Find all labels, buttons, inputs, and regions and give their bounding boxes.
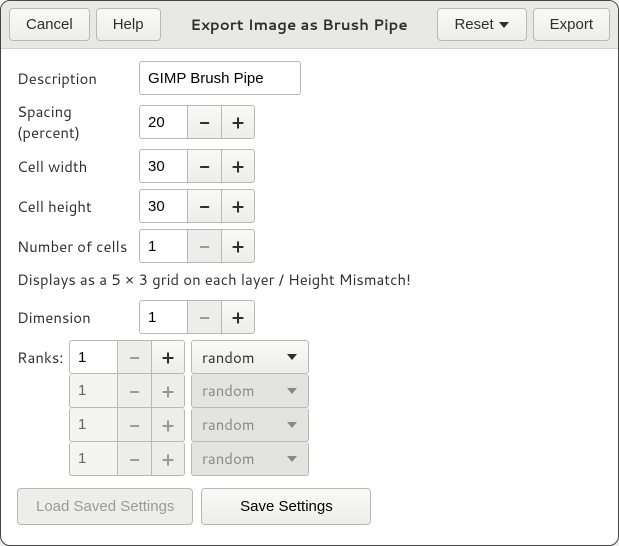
dropdown-value: random xyxy=(202,347,255,368)
description-input[interactable] xyxy=(139,61,301,95)
dimension-label: Dimension xyxy=(17,307,139,328)
minus-icon: − xyxy=(199,233,210,259)
rank-value-input[interactable] xyxy=(69,340,117,374)
dimension-input[interactable] xyxy=(139,300,187,334)
ranks-section: Ranks: − + random − xyxy=(17,340,602,476)
spacing-stepper: − + xyxy=(139,105,255,139)
chevron-down-icon xyxy=(286,420,298,430)
rank-row: − + random xyxy=(69,408,309,442)
plus-icon: + xyxy=(162,378,174,404)
rank-mode-dropdown[interactable]: random xyxy=(191,340,309,374)
minus-icon: − xyxy=(129,412,140,438)
plus-icon: + xyxy=(232,304,244,330)
rank-row: − + random xyxy=(69,442,309,476)
chevron-down-icon xyxy=(286,352,298,362)
rank-decrease-button: − xyxy=(117,408,151,442)
reset-label: Reset xyxy=(454,16,493,33)
plus-icon: + xyxy=(232,193,244,219)
chevron-down-icon xyxy=(286,386,298,396)
plus-icon: + xyxy=(162,344,174,370)
cell-height-stepper: − + xyxy=(139,189,255,223)
number-cells-decrease-button: − xyxy=(187,229,221,263)
minus-icon: − xyxy=(129,344,140,370)
header-bar: Cancel Help Export Image as Brush Pipe R… xyxy=(1,1,618,49)
rank-value-input xyxy=(69,408,117,442)
plus-icon: + xyxy=(162,412,174,438)
dialog-window: Cancel Help Export Image as Brush Pipe R… xyxy=(0,0,619,546)
spacing-input[interactable] xyxy=(139,105,187,139)
cell-width-stepper: − + xyxy=(139,149,255,183)
plus-icon: + xyxy=(232,233,244,259)
dimension-stepper: − + xyxy=(139,300,255,334)
dropdown-value: random xyxy=(202,380,255,401)
dropdown-value: random xyxy=(202,448,255,469)
cancel-button[interactable]: Cancel xyxy=(9,8,90,41)
rank-row: − + random xyxy=(69,340,309,374)
minus-icon: − xyxy=(199,304,210,330)
description-label: Description xyxy=(17,68,139,89)
cell-height-decrease-button[interactable]: − xyxy=(187,189,221,223)
spacing-decrease-button[interactable]: − xyxy=(187,105,221,139)
spacing-increase-button[interactable]: + xyxy=(221,105,255,139)
rank-mode-dropdown: random xyxy=(191,374,309,408)
rank-value-input xyxy=(69,374,117,408)
reset-button[interactable]: Reset xyxy=(437,8,526,41)
dialog-content: Description Spacing (percent) − + Cell w… xyxy=(1,49,618,537)
cell-height-input[interactable] xyxy=(139,189,187,223)
number-cells-label: Number of cells xyxy=(17,236,139,257)
cell-width-decrease-button[interactable]: − xyxy=(187,149,221,183)
save-settings-button[interactable]: Save Settings xyxy=(201,488,371,525)
plus-icon: + xyxy=(232,109,244,135)
dimension-decrease-button: − xyxy=(187,300,221,334)
cell-width-input[interactable] xyxy=(139,149,187,183)
export-button[interactable]: Export xyxy=(533,8,610,41)
chevron-down-icon xyxy=(286,454,298,464)
minus-icon: − xyxy=(129,378,140,404)
dimension-increase-button[interactable]: + xyxy=(221,300,255,334)
number-cells-increase-button[interactable]: + xyxy=(221,229,255,263)
rank-decrease-button: − xyxy=(117,374,151,408)
cell-height-increase-button[interactable]: + xyxy=(221,189,255,223)
rank-mode-dropdown: random xyxy=(191,442,309,476)
help-button[interactable]: Help xyxy=(96,8,161,41)
number-cells-input[interactable] xyxy=(139,229,187,263)
chevron-down-icon xyxy=(498,20,510,30)
minus-icon: − xyxy=(199,193,210,219)
dialog-title: Export Image as Brush Pipe xyxy=(167,14,432,35)
minus-icon: − xyxy=(199,109,210,135)
load-settings-button: Load Saved Settings xyxy=(17,488,193,525)
rank-decrease-button: − xyxy=(117,340,151,374)
rank-row: − + random xyxy=(69,374,309,408)
cell-width-label: Cell width xyxy=(17,156,139,177)
status-text: Displays as a 5 × 3 grid on each layer /… xyxy=(17,269,602,290)
rank-increase-button: + xyxy=(151,374,185,408)
footer-buttons: Load Saved Settings Save Settings xyxy=(17,488,602,525)
rank-mode-dropdown: random xyxy=(191,408,309,442)
rank-value-input xyxy=(69,442,117,476)
cell-height-label: Cell height xyxy=(17,196,139,217)
dropdown-value: random xyxy=(202,414,255,435)
ranks-column: − + random − + random xyxy=(69,340,309,476)
spacing-label: Spacing (percent) xyxy=(17,101,139,143)
rank-decrease-button: − xyxy=(117,442,151,476)
ranks-label: Ranks: xyxy=(17,340,69,368)
number-cells-stepper: − + xyxy=(139,229,255,263)
minus-icon: − xyxy=(129,446,140,472)
cell-width-increase-button[interactable]: + xyxy=(221,149,255,183)
rank-increase-button: + xyxy=(151,408,185,442)
plus-icon: + xyxy=(232,153,244,179)
plus-icon: + xyxy=(162,446,174,472)
rank-increase-button: + xyxy=(151,442,185,476)
rank-increase-button[interactable]: + xyxy=(151,340,185,374)
minus-icon: − xyxy=(199,153,210,179)
